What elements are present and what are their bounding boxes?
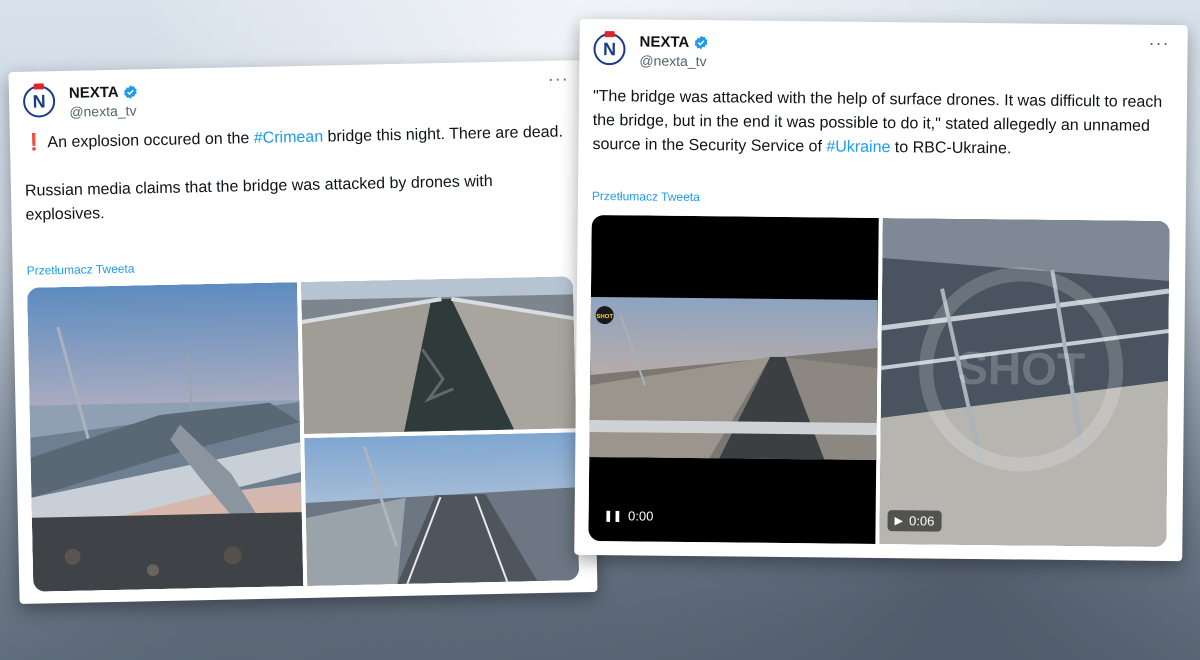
translate-link[interactable]: Przetłumacz Tweeta <box>592 189 700 204</box>
more-options-icon[interactable]: ··· <box>1149 33 1170 54</box>
author-handle[interactable]: @nexta_tv <box>69 102 138 119</box>
author-handle[interactable]: @nexta_tv <box>639 52 708 69</box>
video-player-1[interactable]: SHOT ❚❚ 0:00 <box>588 214 879 544</box>
author-name[interactable]: NEXTA <box>639 33 689 51</box>
logo-flag-icon <box>33 83 44 90</box>
translate-link[interactable]: Przetłumacz Tweeta <box>27 262 135 278</box>
hashtag-crimean[interactable]: #Crimean <box>254 129 324 147</box>
tweet-text-line1-prefix: ❗ An explosion occured on the <box>23 129 254 152</box>
author-name[interactable]: NEXTA <box>69 84 119 102</box>
tweet-header: N NEXTA @nexta_tv <box>593 31 708 69</box>
video-1-controls[interactable]: ❚❚ 0:00 <box>597 505 661 527</box>
hashtag-ukraine[interactable]: #Ukraine <box>826 138 890 156</box>
avatar[interactable]: N <box>593 31 626 66</box>
nexta-logo-icon: N <box>32 90 46 112</box>
tweet-text-line2: Russian media claims that the bridge was… <box>24 172 493 224</box>
video-player-2[interactable]: SHOT ▶ 0:06 <box>879 218 1170 548</box>
tweet-video-grid: SHOT ❚❚ 0:00 SHOT ▶ 0:06 <box>588 214 1170 548</box>
nexta-logo-icon: N <box>602 38 617 59</box>
bridge-photo-1[interactable] <box>27 282 304 592</box>
avatar[interactable]: N <box>22 83 56 118</box>
tweet-text: ❗ An explosion occured on the #Crimean b… <box>24 120 572 227</box>
verified-badge-icon <box>123 85 137 99</box>
bridge-photo-2[interactable] <box>300 276 577 434</box>
tweet-photo-grid <box>27 276 580 592</box>
bridge-photo-3[interactable] <box>304 432 580 586</box>
video-1-time: 0:00 <box>627 508 654 524</box>
tweet-text: "The bridge was attacked with the help o… <box>592 85 1169 163</box>
svg-text:SHOT: SHOT <box>596 314 613 320</box>
pause-icon[interactable]: ❚❚ <box>604 509 623 522</box>
video-2-controls[interactable]: ▶ 0:06 <box>887 510 942 532</box>
video-2-time: 0:06 <box>908 513 935 529</box>
verified-badge-icon <box>694 35 708 50</box>
play-icon[interactable]: ▶ <box>895 514 904 527</box>
tweet-text-line1-suffix: bridge this night. There are dead. <box>322 123 564 146</box>
tweet-header: N NEXTA @nexta_tv <box>22 83 138 120</box>
logo-flag-icon <box>604 31 615 38</box>
tweet-card-right[interactable]: N NEXTA @nexta_tv ··· "The bridge was at… <box>574 18 1188 562</box>
more-options-icon[interactable]: ··· <box>548 68 569 89</box>
tweet-text-suffix: to RBC-Ukraine. <box>890 139 1012 158</box>
tweet-card-left[interactable]: N NEXTA @nexta_tv ··· ❗ An explosion occ… <box>8 60 598 604</box>
svg-text:SHOT: SHOT <box>957 342 1085 395</box>
